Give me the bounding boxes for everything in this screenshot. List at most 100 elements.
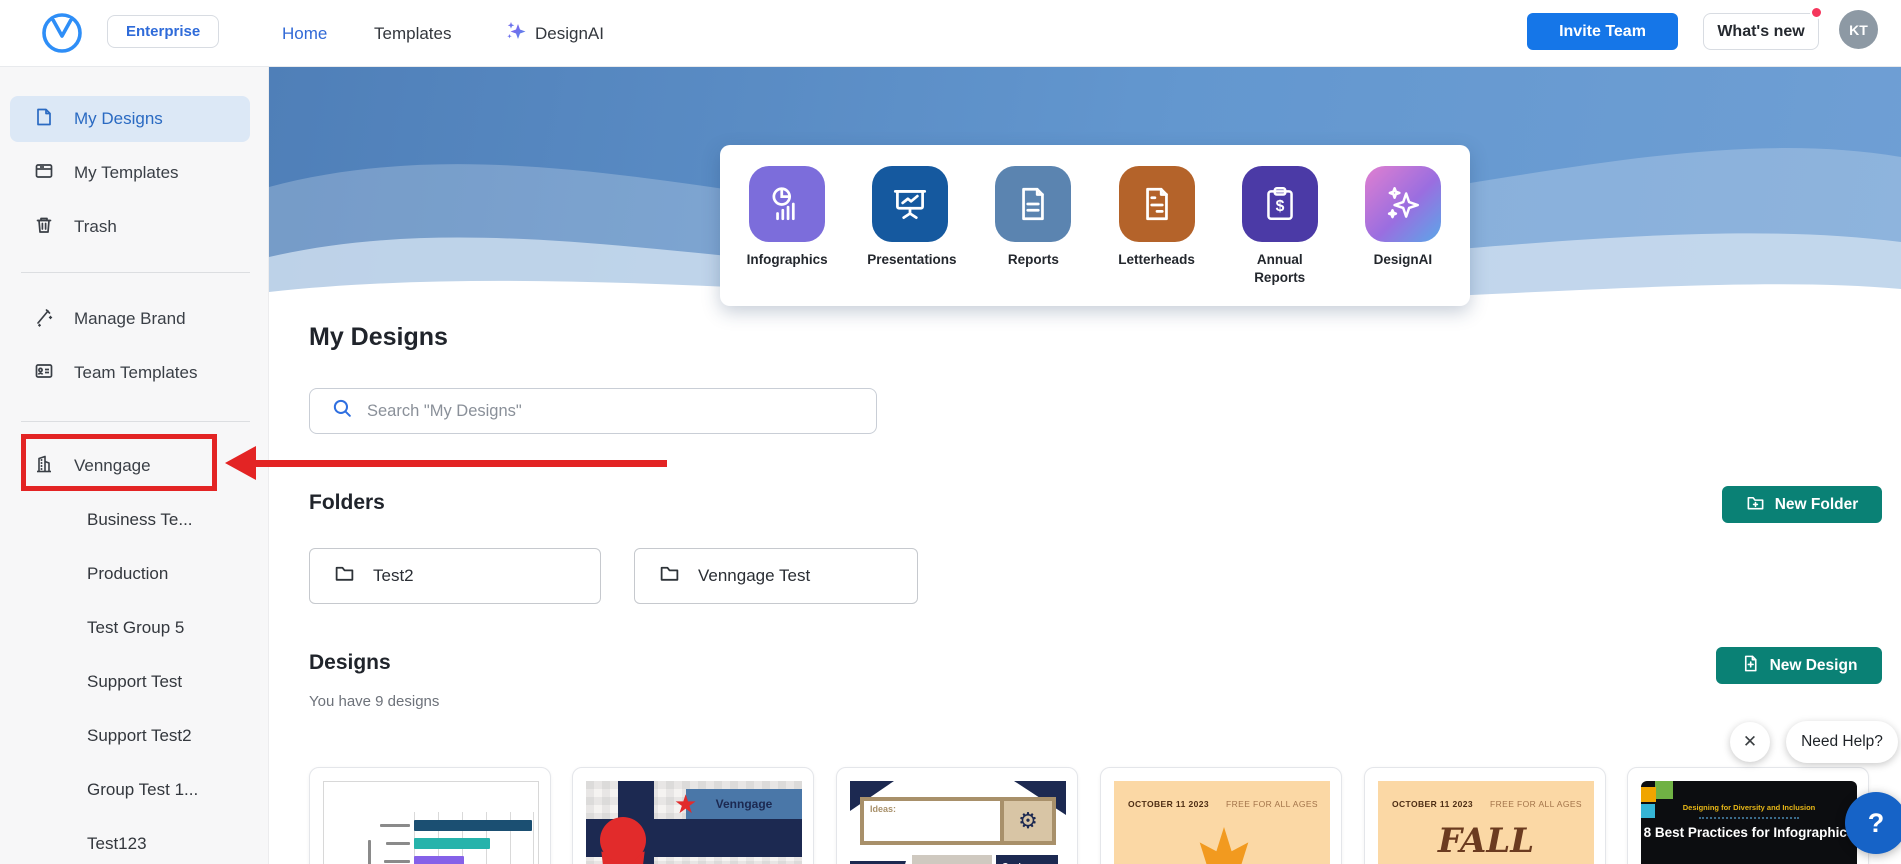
letterheads-icon — [1119, 166, 1195, 242]
folder-card-test2[interactable]: Test2 — [309, 548, 601, 604]
create-option-presentations[interactable]: Presentations — [854, 166, 966, 269]
building-icon — [34, 454, 54, 479]
goals-box: Goals: — [996, 855, 1058, 864]
create-options-card: Infographics Presentations Reports — [720, 145, 1470, 306]
create-option-label: Infographics — [747, 251, 828, 269]
search-icon — [332, 398, 353, 424]
new-design-button[interactable]: New Design — [1716, 647, 1882, 684]
sidebar-item-my-designs[interactable]: My Designs — [10, 96, 250, 142]
brand-wand-icon — [34, 307, 54, 332]
brand-plate: Venngage — [686, 789, 802, 819]
sidebar-item-team-templates[interactable]: Team Templates — [10, 350, 250, 396]
sparkles-icon — [505, 20, 527, 47]
sidebar-divider — [21, 421, 250, 422]
team-templates-icon — [34, 361, 54, 386]
slide-kicker: Designing for Diversity and Inclusion — [1641, 803, 1857, 812]
create-option-label: DesignAI — [1374, 251, 1433, 269]
ideas-box: Ideas: ⚙ — [860, 797, 1056, 845]
search-input[interactable] — [367, 402, 807, 421]
templates-icon — [34, 161, 54, 186]
sidebar-item-label: My Templates — [74, 163, 179, 183]
corner-square — [1655, 781, 1673, 799]
design-thumbnail-birthday-card[interactable]: Venngage ★ HAPPY BIRTHDAY! — [572, 767, 814, 864]
folder-name: Test2 — [373, 566, 414, 586]
my-designs-title: My Designs — [309, 323, 448, 352]
slide-preview: Designing for Diversity and Inclusion 8 … — [1641, 781, 1857, 864]
help-question-button[interactable]: ? — [1845, 792, 1901, 854]
venngage-logo-icon[interactable] — [40, 11, 84, 55]
sidebar-item-my-templates[interactable]: My Templates — [10, 150, 250, 196]
poster-subtitle: FREE FOR ALL AGES — [1490, 799, 1582, 809]
sidebar-subfolder-production[interactable]: Production — [87, 564, 168, 584]
sidebar-divider — [21, 272, 250, 273]
whats-new-button[interactable]: What's new — [1703, 13, 1819, 50]
new-folder-button[interactable]: New Folder — [1722, 486, 1882, 523]
sidebar-subfolder-group-test-1[interactable]: Group Test 1... — [87, 780, 198, 800]
photo-block: “ — [912, 855, 992, 864]
sidebar-subfolder-support-test[interactable]: Support Test — [87, 672, 182, 692]
brand-text: Venngage — [716, 797, 773, 811]
birthday-card-preview: Venngage ★ HAPPY BIRTHDAY! — [586, 781, 802, 864]
create-option-label: Reports — [1008, 251, 1059, 269]
document-icon — [34, 107, 54, 132]
worksheet-preview: Ideas: ⚙ Click to “ Goals: — [850, 781, 1066, 864]
sidebar-subfolder-test-group-5[interactable]: Test Group 5 — [87, 618, 184, 638]
corner-square — [1641, 787, 1656, 802]
create-option-annual-reports[interactable]: $ Annual Reports — [1224, 166, 1336, 286]
enterprise-badge: Enterprise — [107, 15, 219, 48]
design-thumbnail-ideas-worksheet[interactable]: Ideas: ⚙ Click to “ Goals: — [836, 767, 1078, 864]
sidebar-item-trash[interactable]: Trash — [10, 204, 250, 250]
help-close-button[interactable]: ✕ — [1730, 722, 1770, 762]
poster-date: OCTOBER 11 2023 — [1128, 799, 1209, 809]
presentations-icon — [872, 166, 948, 242]
user-avatar[interactable]: KT — [1839, 10, 1878, 49]
need-help-button[interactable]: Need Help? — [1786, 721, 1898, 763]
nav-templates[interactable]: Templates — [374, 0, 451, 67]
designs-title: Designs — [309, 651, 391, 675]
lightbulb-gear-icon: ⚙ — [1000, 801, 1052, 841]
design-thumbnail-fall-poster-1[interactable]: OCTOBER 11 2023 FREE FOR ALL AGES — [1100, 767, 1342, 864]
create-option-letterheads[interactable]: Letterheads — [1101, 166, 1213, 269]
create-option-reports[interactable]: Reports — [977, 166, 1089, 269]
design-thumbnail-slide[interactable]: Designing for Diversity and Inclusion 8 … — [1627, 767, 1869, 864]
venngage-home-page: Enterprise Home Templates DesignAI Invit… — [0, 0, 1901, 864]
sidebar-item-label: My Designs — [74, 109, 163, 129]
folder-icon — [334, 563, 355, 589]
designs-count: You have 9 designs — [309, 693, 439, 710]
star-icon: ★ — [674, 791, 697, 817]
svg-text:$: $ — [1275, 198, 1284, 215]
folder-name: Venngage Test — [698, 566, 810, 586]
top-bar: Enterprise Home Templates DesignAI Invit… — [0, 0, 1901, 67]
sidebar-item-manage-brand[interactable]: Manage Brand — [10, 296, 250, 342]
bar-chart-preview — [323, 781, 539, 864]
dotted-divider — [1699, 817, 1799, 819]
trash-icon — [34, 215, 54, 240]
create-option-infographics[interactable]: Infographics — [731, 166, 843, 269]
annual-reports-icon: $ — [1242, 166, 1318, 242]
file-plus-icon — [1741, 654, 1760, 678]
sidebar-item-label: Team Templates — [74, 363, 197, 383]
new-folder-label: New Folder — [1775, 496, 1859, 514]
new-design-label: New Design — [1770, 657, 1858, 675]
sidebar-item-label: Trash — [74, 217, 117, 237]
invite-team-button[interactable]: Invite Team — [1527, 13, 1678, 50]
nav-designai[interactable]: DesignAI — [505, 0, 604, 67]
sidebar-subfolder-business-te[interactable]: Business Te... — [87, 510, 193, 530]
folder-card-venngage-test[interactable]: Venngage Test — [634, 548, 918, 604]
sidebar-item-venngage-workspace[interactable]: Venngage — [10, 443, 250, 489]
nav-home-label: Home — [282, 24, 327, 44]
rosette — [600, 817, 646, 863]
slide-title: 8 Best Practices for Infographics — [1641, 825, 1857, 842]
sidebar-subfolder-test123[interactable]: Test123 — [87, 834, 147, 854]
folder-plus-icon — [1746, 493, 1765, 517]
sidebar-item-label: Venngage — [74, 456, 151, 476]
design-thumbnail-fall-poster-2[interactable]: OCTOBER 11 2023 FREE FOR ALL AGES FALL F… — [1364, 767, 1606, 864]
create-option-label: Letterheads — [1118, 251, 1195, 269]
nav-home[interactable]: Home — [282, 0, 327, 67]
designai-icon — [1365, 166, 1441, 242]
main-content: My Designs Folders New Folder — [269, 311, 1901, 864]
create-option-designai[interactable]: DesignAI — [1347, 166, 1459, 269]
nav-templates-label: Templates — [374, 24, 451, 44]
design-thumbnail-bar-chart[interactable] — [309, 767, 551, 864]
sidebar-subfolder-support-test2[interactable]: Support Test2 — [87, 726, 192, 746]
